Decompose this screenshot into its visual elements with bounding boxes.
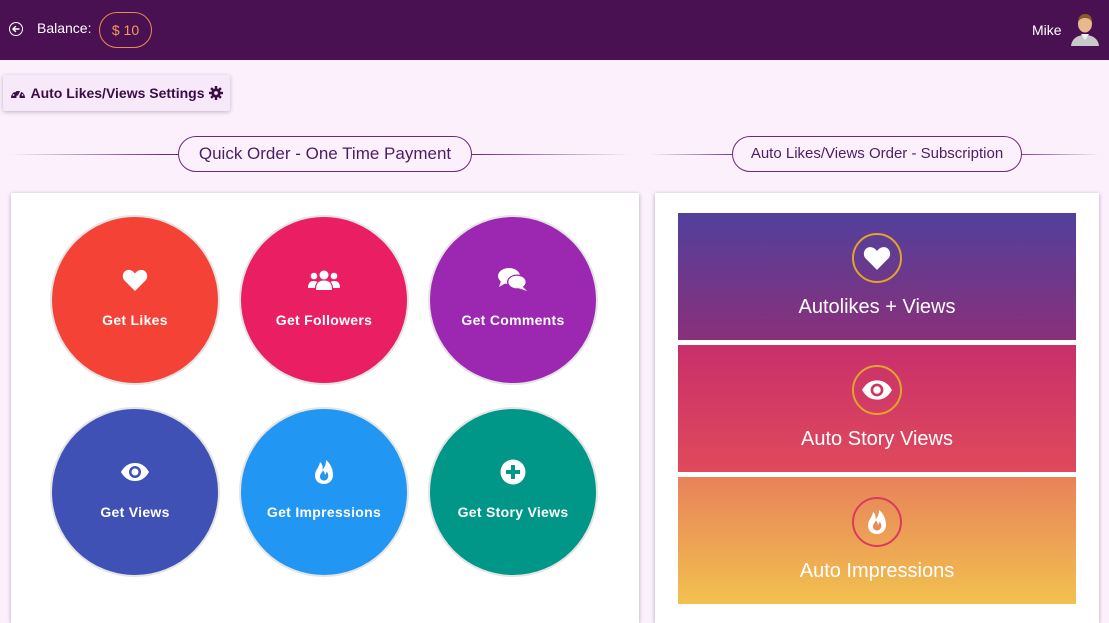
get-views-label: Get Views	[100, 504, 170, 520]
gear-icon	[208, 86, 223, 100]
autolikes-views-card[interactable]: Autolikes + Views	[678, 213, 1076, 340]
settings-button-label: Auto Likes/Views Settings	[30, 85, 205, 101]
eye-icon	[121, 463, 149, 481]
balance-label: Balance:	[37, 20, 92, 36]
get-comments-label: Get Comments	[461, 312, 565, 328]
auto-impressions-card[interactable]: Auto Impressions	[678, 477, 1076, 604]
get-likes-button[interactable]: Get Likes	[50, 215, 220, 385]
avatar[interactable]	[1069, 12, 1101, 46]
plus-circle-icon	[500, 459, 526, 485]
top-bar: Balance: $ 10 Mike	[0, 0, 1109, 60]
fire-icon	[868, 510, 886, 534]
username[interactable]: Mike	[1032, 22, 1062, 38]
quick-order-heading: Quick Order - One Time Payment	[178, 136, 472, 172]
back-arrow-icon[interactable]	[9, 22, 23, 36]
get-views-button[interactable]: Get Views	[50, 407, 220, 577]
get-followers-button[interactable]: Get Followers	[239, 215, 409, 385]
get-story-views-label: Get Story Views	[457, 504, 569, 520]
autolikes-views-label: Autolikes + Views	[798, 296, 956, 318]
comments-icon	[498, 268, 527, 291]
auto-story-views-label: Auto Story Views	[801, 428, 953, 450]
fire-icon	[315, 460, 333, 484]
get-story-views-button[interactable]: Get Story Views	[428, 407, 598, 577]
eye-icon	[862, 380, 892, 400]
auto-impressions-label: Auto Impressions	[799, 560, 955, 582]
users-icon	[308, 270, 340, 290]
get-impressions-label: Get Impressions	[266, 504, 382, 520]
balance-badge[interactable]: $ 10	[99, 12, 152, 48]
auto-story-views-card[interactable]: Auto Story Views	[678, 345, 1076, 472]
heart-icon	[122, 269, 148, 291]
get-likes-label: Get Likes	[102, 312, 168, 328]
get-comments-button[interactable]: Get Comments	[428, 215, 598, 385]
get-followers-label: Get Followers	[275, 312, 373, 328]
dashboard-icon	[11, 89, 26, 99]
get-impressions-button[interactable]: Get Impressions	[239, 407, 409, 577]
auto-likes-settings-button[interactable]: Auto Likes/Views Settings	[3, 75, 230, 111]
heart-icon	[863, 247, 891, 270]
subscription-heading: Auto Likes/Views Order - Subscription	[732, 136, 1022, 172]
